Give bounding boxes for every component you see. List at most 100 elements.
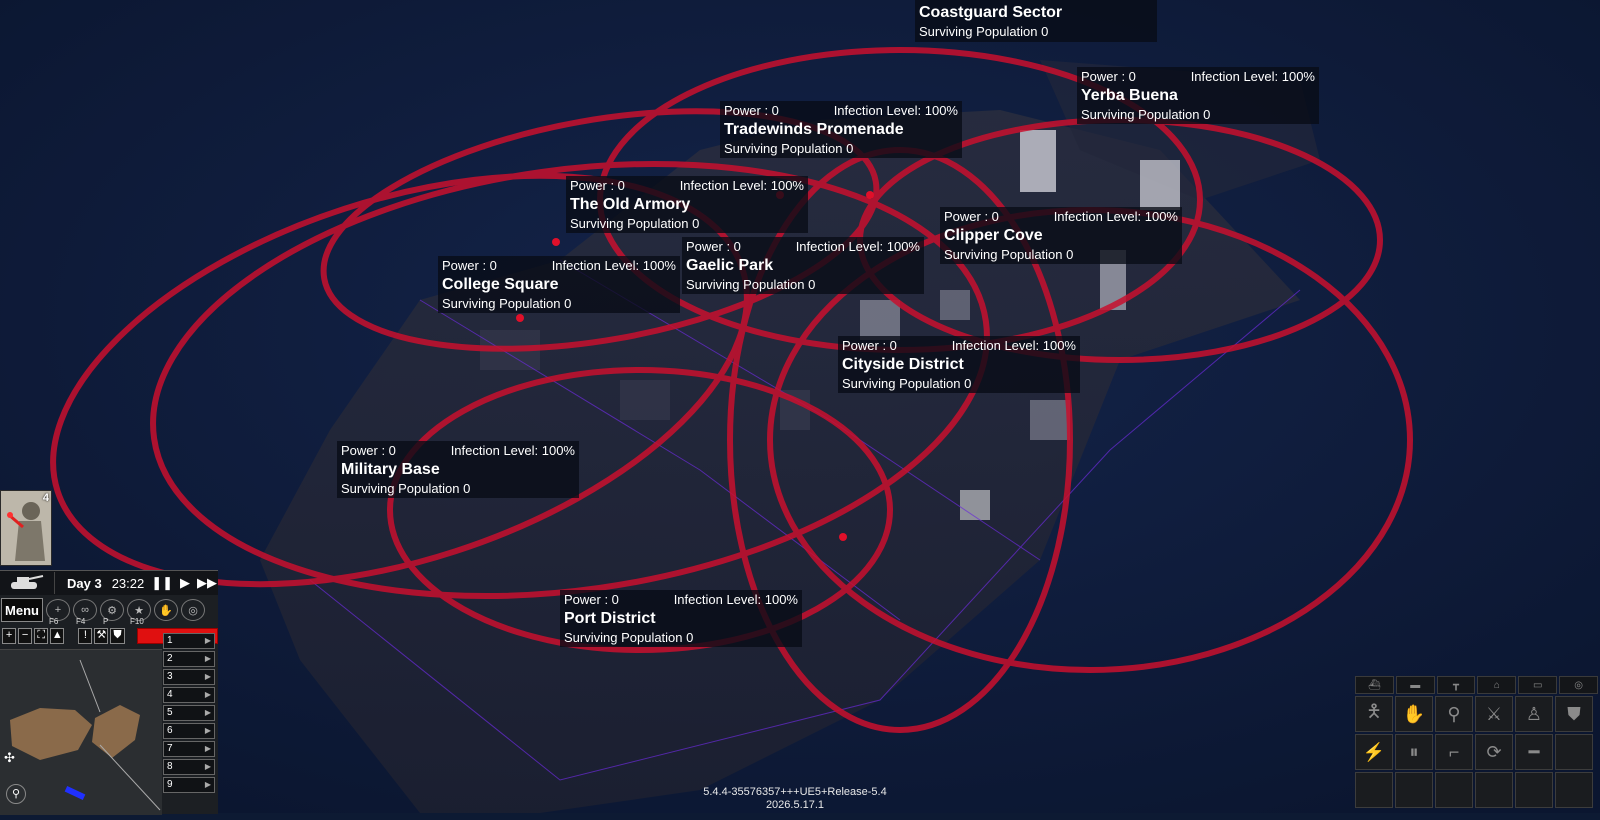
district-name: College Square: [442, 276, 559, 293]
empty-slot: [1395, 772, 1433, 808]
knife-icon[interactable]: ⚔: [1475, 696, 1513, 732]
group-slot[interactable]: 7 ▶: [163, 741, 215, 757]
trailer-icon[interactable]: ┳: [1436, 676, 1476, 694]
halt-hand-icon[interactable]: ✋: [1395, 696, 1433, 732]
district-population: Surviving Population 0: [724, 141, 854, 156]
menu-button[interactable]: Menu: [1, 598, 43, 622]
hotkey-gear-icon[interactable]: ⚙ P: [100, 599, 124, 626]
district-label-cityside-district[interactable]: Power : 0 Infection Level: 100% Cityside…: [838, 336, 1080, 393]
empty-slot: [1555, 772, 1593, 808]
hotkey-star-icon[interactable]: ★ F10: [127, 599, 151, 626]
district-label-coastguard-sector[interactable]: Coastguard Sector Surviving Population 0: [915, 0, 1157, 42]
minimap[interactable]: ✣ ⚲: [0, 649, 162, 815]
pause-icon[interactable]: ❚❚: [151, 575, 173, 591]
tank-icon: [11, 575, 44, 589]
chevron-right-icon: ▶: [204, 654, 211, 663]
unit-count-badge: 4: [42, 492, 49, 504]
district-infection: Infection Level: 100%: [1053, 209, 1178, 224]
unit-portrait-card[interactable]: 4: [0, 490, 52, 566]
group-number: 1: [167, 635, 173, 646]
district-name: Yerba Buena: [1081, 87, 1178, 104]
district-power: Power : 0: [1081, 69, 1136, 84]
hotkey-label: F4: [76, 617, 86, 626]
district-population: Surviving Population 0: [944, 247, 1074, 262]
badge-icon[interactable]: ⛊: [1555, 696, 1593, 732]
district-label-port-district[interactable]: Power : 0 Infection Level: 100% Port Dis…: [560, 590, 802, 647]
reload-icon[interactable]: ⟳: [1475, 734, 1513, 770]
hotkey-add-icon[interactable]: + F6: [46, 599, 70, 626]
group-number: 9: [167, 779, 173, 790]
chevron-right-icon: ▶: [204, 762, 211, 771]
zoom-out-icon[interactable]: −: [18, 628, 33, 644]
district-power: Power : 0: [686, 239, 741, 254]
play-icon[interactable]: ▶: [180, 575, 190, 591]
empty-slot: [1475, 772, 1513, 808]
group-slot[interactable]: 5 ▶: [163, 705, 215, 721]
group-number: 5: [167, 707, 173, 718]
district-name: Cityside District: [842, 356, 964, 373]
district-population: Surviving Population 0: [341, 481, 471, 496]
minus-icon[interactable]: ━: [1515, 734, 1553, 770]
district-label-yerba-buena[interactable]: Power : 0 Infection Level: 100% Yerba Bu…: [1077, 67, 1319, 124]
time-bar: Day 3 23:22 ❚❚ ▶ ▶▶: [0, 571, 218, 595]
group-number: 4: [167, 689, 173, 700]
group-number: 7: [167, 743, 173, 754]
zoom-in-icon[interactable]: +: [2, 628, 17, 644]
shield-icon[interactable]: ◎: [1559, 676, 1598, 694]
district-name: Coastguard Sector: [919, 4, 1063, 21]
empty-slot: [1435, 772, 1473, 808]
wrench-icon[interactable]: ⚒: [94, 628, 109, 644]
handshake-icon[interactable]: ✋: [154, 599, 178, 621]
district-name: The Old Armory: [570, 196, 691, 213]
group-slot[interactable]: 4 ▶: [163, 687, 215, 703]
pistol-icon[interactable]: ⌐: [1435, 734, 1473, 770]
district-infection: Infection Level: 100%: [833, 103, 958, 118]
group-number: 8: [167, 761, 173, 772]
truck-icon[interactable]: ▬: [1395, 676, 1435, 694]
hotkey-label: F10: [130, 617, 144, 626]
district-label-the-old-armory[interactable]: Power : 0 Infection Level: 100% The Old …: [566, 176, 808, 233]
district-label-military-base[interactable]: Power : 0 Infection Level: 100% Military…: [337, 441, 579, 498]
group-slot[interactable]: 2 ▶: [163, 651, 215, 667]
menu-row: Menu + F6 ∞ F4 ⚙ P ★ F10 ✋ ◎: [0, 597, 218, 626]
soldier-aim-icon[interactable]: 🯅: [1355, 696, 1393, 732]
district-infection: Infection Level: 100%: [795, 239, 920, 254]
fast-forward-icon[interactable]: ▶▶: [197, 575, 217, 591]
command-panel: ⛴ ▬ ┳ ⌂ ▭ ◎ 🯅 ✋ ⚲ ⚔ ♙ ⛊ ⚡ ⏸ ⌐ ⟳ ━: [1355, 676, 1600, 813]
search-icon[interactable]: ⚲: [6, 784, 26, 804]
chevron-right-icon: ▶: [204, 744, 211, 753]
walk-icon[interactable]: ⚲: [1435, 696, 1473, 732]
garage-icon[interactable]: ⌂: [1477, 676, 1517, 694]
bus-icon[interactable]: ▭: [1518, 676, 1558, 694]
hotkey-goggles-icon[interactable]: ∞ F4: [73, 599, 97, 626]
terrain-icon[interactable]: ▲: [50, 628, 65, 644]
group-slot[interactable]: 6 ▶: [163, 723, 215, 739]
vehicle-selector[interactable]: [0, 572, 55, 594]
stand-icon[interactable]: ♙: [1515, 696, 1553, 732]
flashlight-icon[interactable]: ⚡: [1355, 734, 1393, 770]
group-slot[interactable]: 3 ▶: [163, 669, 215, 685]
group-slot[interactable]: 9 ▶: [163, 777, 215, 793]
district-name: Tradewinds Promenade: [724, 121, 904, 138]
shield-icon[interactable]: ⛊: [110, 628, 125, 644]
district-population: Surviving Population 0: [564, 630, 694, 645]
group-slot[interactable]: 1 ▶: [163, 633, 215, 649]
vehicle-tabs: ⛴ ▬ ┳ ⌂ ▭ ◎: [1355, 676, 1600, 694]
district-power: Power : 0: [944, 209, 999, 224]
district-label-gaelic-park[interactable]: Power : 0 Infection Level: 100% Gaelic P…: [682, 237, 924, 294]
game-clock: 23:22: [111, 575, 145, 591]
boat-icon[interactable]: ⛴: [1355, 676, 1394, 694]
alert-icon[interactable]: !: [78, 628, 93, 644]
target-icon[interactable]: ◎: [181, 599, 205, 621]
district-infection: Infection Level: 100%: [679, 178, 804, 193]
district-label-clipper-cove[interactable]: Power : 0 Infection Level: 100% Clipper …: [940, 207, 1182, 264]
fullscreen-icon[interactable]: ⛶: [34, 628, 49, 644]
district-power: Power : 0: [724, 103, 779, 118]
pause-icon[interactable]: ⏸: [1395, 734, 1433, 770]
district-population: Surviving Population 0: [1081, 107, 1211, 122]
district-label-college-square[interactable]: Power : 0 Infection Level: 100% College …: [438, 256, 680, 313]
group-slot[interactable]: 8 ▶: [163, 759, 215, 775]
district-label-tradewinds-promenade[interactable]: Power : 0 Infection Level: 100% Tradewin…: [720, 101, 962, 158]
district-name: Clipper Cove: [944, 227, 1043, 244]
district-power: Power : 0: [341, 443, 396, 458]
